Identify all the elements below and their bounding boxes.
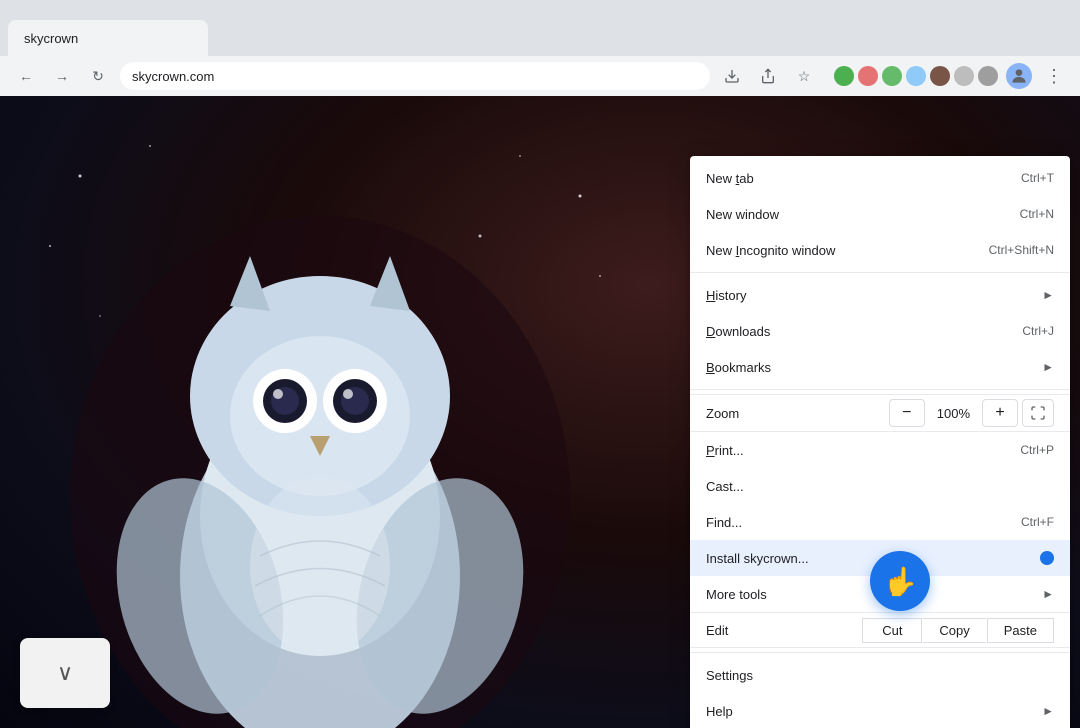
separator-3 <box>690 652 1070 653</box>
menu-item-label-new-incognito: New Incognito window <box>706 243 835 258</box>
save-button[interactable] <box>718 62 746 90</box>
zoom-controls: − 100% + <box>889 399 1054 427</box>
shortcut-new-incognito: Ctrl+Shift+N <box>989 243 1054 257</box>
separator-2 <box>690 389 1070 390</box>
browser-chrome: skycrown <box>0 0 1080 56</box>
menu-item-label-print: Print... <box>706 443 744 458</box>
share-button[interactable] <box>754 62 782 90</box>
menu-item-label-help: Help <box>706 704 733 719</box>
tab-area: skycrown <box>8 0 1072 56</box>
menu-item-label-more-tools: More tools <box>706 587 767 602</box>
forward-button[interactable]: → <box>48 62 76 90</box>
menu-item-label-new-window: New window <box>706 207 779 222</box>
edit-row: Edit Cut Copy Paste <box>690 612 1070 648</box>
tab-title: skycrown <box>24 31 78 46</box>
address-bar[interactable]: skycrown.com <box>120 62 710 90</box>
shortcut-print: Ctrl+P <box>1020 443 1054 457</box>
more-tools-arrow-icon: ► <box>1042 587 1054 601</box>
cursor-hand-icon: 👆 <box>883 565 918 598</box>
menu-item-history[interactable]: History ► <box>690 277 1070 313</box>
shortcut-downloads: Ctrl+J <box>1022 324 1054 338</box>
help-arrow-icon: ► <box>1042 704 1054 718</box>
color-dot-green[interactable] <box>834 66 854 86</box>
color-dot-gray1[interactable] <box>954 66 974 86</box>
toolbar: ← → ↻ skycrown.com ☆ ⋮ <box>0 56 1080 96</box>
cut-button[interactable]: Cut <box>862 618 922 643</box>
context-menu: New tab Ctrl+T New window Ctrl+N New Inc… <box>690 156 1070 728</box>
color-dot-lightgreen[interactable] <box>882 66 902 86</box>
bookmarks-arrow-icon: ► <box>1042 360 1054 374</box>
color-dot-blue[interactable] <box>906 66 926 86</box>
color-dot-red[interactable] <box>858 66 878 86</box>
bottom-card[interactable]: ∨ <box>20 638 110 708</box>
menu-item-label-find: Find... <box>706 515 742 530</box>
menu-item-print[interactable]: Print... Ctrl+P <box>690 432 1070 468</box>
reload-button[interactable]: ↻ <box>84 62 112 90</box>
back-button[interactable]: ← <box>12 62 40 90</box>
menu-item-new-incognito[interactable]: New Incognito window Ctrl+Shift+N <box>690 232 1070 268</box>
menu-item-label-history: History <box>706 288 746 303</box>
color-dot-gray2[interactable] <box>978 66 998 86</box>
menu-item-settings[interactable]: Settings <box>690 657 1070 693</box>
paste-button[interactable]: Paste <box>987 618 1054 643</box>
edit-label: Edit <box>706 623 766 638</box>
menu-item-label-settings: Settings <box>706 668 753 683</box>
owl-illustration <box>0 96 650 728</box>
menu-item-label-install: Install skycrown... <box>706 551 809 566</box>
cursor-overlay: 👆 <box>870 551 930 611</box>
zoom-value: 100% <box>925 406 982 421</box>
color-dot-brown[interactable] <box>930 66 950 86</box>
shortcut-new-window: Ctrl+N <box>1020 207 1054 221</box>
zoom-in-button[interactable]: + <box>982 399 1018 427</box>
separator-1 <box>690 272 1070 273</box>
menu-item-bookmarks[interactable]: Bookmarks ► <box>690 349 1070 385</box>
shortcut-new-tab: Ctrl+T <box>1021 171 1054 185</box>
menu-item-find[interactable]: Find... Ctrl+F <box>690 504 1070 540</box>
zoom-out-button[interactable]: − <box>889 399 925 427</box>
main-content: ∨ New tab Ctrl+T New window Ctrl+N New I… <box>0 96 1080 728</box>
menu-item-label-new-tab: New tab <box>706 171 754 186</box>
menu-item-help[interactable]: Help ► <box>690 693 1070 728</box>
profile-icon[interactable] <box>1006 63 1032 89</box>
menu-item-label-downloads: Downloads <box>706 324 770 339</box>
history-arrow-icon: ► <box>1042 288 1054 302</box>
menu-item-new-window[interactable]: New window Ctrl+N <box>690 196 1070 232</box>
bottom-card-icon: ∨ <box>57 660 73 686</box>
menu-item-label-bookmarks: Bookmarks <box>706 360 771 375</box>
menu-item-cast[interactable]: Cast... <box>690 468 1070 504</box>
color-dots <box>834 66 998 86</box>
active-tab[interactable]: skycrown <box>8 20 208 56</box>
zoom-label: Zoom <box>706 406 786 421</box>
menu-button[interactable]: ⋮ <box>1040 62 1068 90</box>
menu-item-label-cast: Cast... <box>706 479 744 494</box>
menu-item-new-tab[interactable]: New tab Ctrl+T <box>690 160 1070 196</box>
zoom-fullscreen-button[interactable] <box>1022 399 1054 427</box>
bookmark-button[interactable]: ☆ <box>790 62 818 90</box>
edit-buttons: Cut Copy Paste <box>862 618 1054 643</box>
address-text: skycrown.com <box>132 69 214 84</box>
install-dot-icon <box>1040 551 1054 565</box>
shortcut-find: Ctrl+F <box>1021 515 1054 529</box>
menu-item-downloads[interactable]: Downloads Ctrl+J <box>690 313 1070 349</box>
copy-button[interactable]: Copy <box>923 618 985 643</box>
zoom-row: Zoom − 100% + <box>690 394 1070 432</box>
